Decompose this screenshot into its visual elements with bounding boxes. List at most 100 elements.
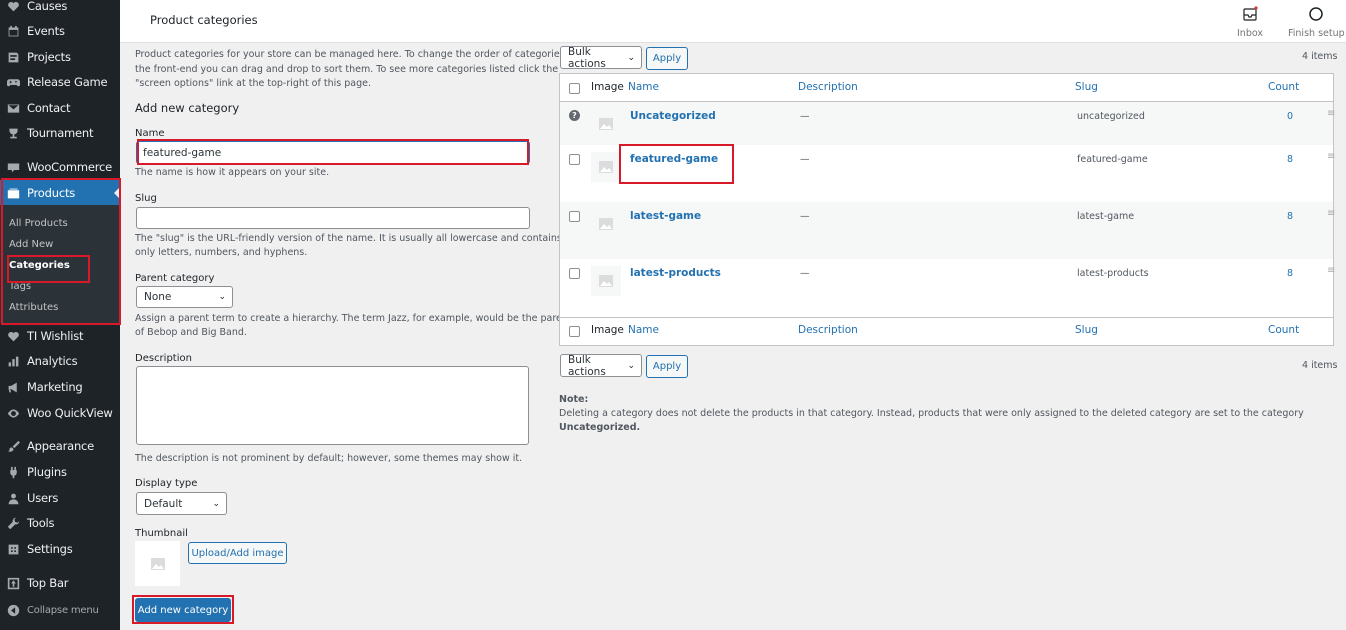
row-count-link[interactable]: 8 <box>1287 211 1293 222</box>
column-count[interactable]: Count <box>1268 81 1299 93</box>
submenu-attributes[interactable]: Attributes <box>9 302 58 313</box>
row-checkbox[interactable] <box>569 268 580 279</box>
finish-setup-button[interactable]: Finish setup <box>1288 6 1345 39</box>
apply-button-top[interactable]: Apply <box>646 47 688 70</box>
sidebar-item-users[interactable]: Users <box>0 486 120 510</box>
column-name[interactable]: Name <box>628 81 659 93</box>
column-description[interactable]: Description <box>798 81 858 93</box>
sidebar-item-release-game[interactable]: Release Game <box>0 70 120 94</box>
add-new-category-button[interactable]: Add new category <box>135 598 231 622</box>
submenu-add-new[interactable]: Add New <box>9 239 53 250</box>
chevron-down-icon: ⌄ <box>212 498 220 509</box>
sidebar-item-causes[interactable]: Causes <box>0 0 120 18</box>
sidebar-item-tournament[interactable]: Tournament <box>0 121 120 145</box>
sidebar-item-products[interactable]: Products <box>0 180 120 206</box>
name-label: Name <box>135 128 165 139</box>
name-help: The name is how it appears on your site. <box>135 167 330 178</box>
sidebar-item-woocommerce[interactable]: WooCommerce <box>0 155 120 179</box>
bar-chart-icon <box>6 354 20 368</box>
submenu-tags[interactable]: Tags <box>9 281 31 292</box>
select-all-checkbox[interactable] <box>569 83 580 94</box>
parent-help-1: Assign a parent term to create a hierarc… <box>135 313 572 324</box>
sidebar-item-marketing[interactable]: Marketing <box>0 375 120 399</box>
display-type-select[interactable]: Default ⌄ <box>136 492 227 515</box>
sidebar-item-tools[interactable]: Tools <box>0 511 120 535</box>
column-image-footer: Image <box>591 324 624 336</box>
sidebar-item-label: Users <box>27 491 59 505</box>
row-count-link[interactable]: 0 <box>1287 111 1293 122</box>
row-checkbox[interactable] <box>569 154 580 165</box>
drag-handle-icon[interactable]: ≡ <box>1327 108 1335 119</box>
sidebar-item-top-bar[interactable]: Top Bar <box>0 571 120 595</box>
row-thumbnail <box>591 152 621 182</box>
sidebar-item-ti-wishlist[interactable]: TI Wishlist <box>0 324 120 348</box>
upload-image-button[interactable]: Upload/Add image <box>188 542 287 564</box>
intro-line-1: Product categories for your store can be… <box>135 49 580 60</box>
sidebar-item-projects[interactable]: Projects <box>0 45 120 69</box>
note-body: Deleting a category does not delete the … <box>559 408 1304 419</box>
eye-icon <box>6 406 20 420</box>
column-name-footer[interactable]: Name <box>628 324 659 336</box>
sidebar-item-events[interactable]: Events <box>0 19 120 43</box>
drag-handle-icon[interactable]: ≡ <box>1327 208 1335 219</box>
description-label: Description <box>135 353 192 364</box>
bulk-actions-select-top[interactable]: Bulk actions ⌄ <box>560 46 642 70</box>
column-slug[interactable]: Slug <box>1075 81 1098 93</box>
slug-input[interactable] <box>136 207 530 229</box>
collapse-menu-button[interactable]: Collapse menu <box>0 598 120 622</box>
chevron-down-icon: ⌄ <box>627 360 635 371</box>
finish-setup-label: Finish setup <box>1288 28 1345 39</box>
column-slug-footer[interactable]: Slug <box>1075 324 1098 336</box>
sidebar-item-label: Release Game <box>27 75 108 89</box>
submenu-categories[interactable]: Categories <box>9 260 70 271</box>
inbox-button[interactable]: Inbox <box>1237 6 1263 39</box>
select-all-checkbox-footer[interactable] <box>569 326 580 337</box>
page-title: Product categories <box>150 13 258 27</box>
row-checkbox[interactable] <box>569 211 580 222</box>
row-name-link[interactable]: latest-products <box>630 267 721 279</box>
collapse-menu-label: Collapse menu <box>27 604 99 616</box>
sidebar-item-analytics[interactable]: Analytics <box>0 349 120 373</box>
display-type-label: Display type <box>135 478 198 489</box>
bulk-actions-select-bottom[interactable]: Bulk actions ⌄ <box>560 354 642 378</box>
row-count-link[interactable]: 8 <box>1287 268 1293 279</box>
column-count-footer[interactable]: Count <box>1268 324 1299 336</box>
sidebar-item-woo-quickview[interactable]: Woo QuickView <box>0 401 120 425</box>
apply-button-bottom[interactable]: Apply <box>646 355 688 378</box>
row-thumbnail <box>591 266 621 296</box>
slug-help-2: only letters, numbers, and hyphens. <box>135 247 308 258</box>
row-name-link[interactable]: featured-game <box>630 153 718 165</box>
products-submenu: All Products Add New Categories Tags Att… <box>0 205 120 323</box>
sidebar-item-label: Projects <box>27 50 71 64</box>
row-count-link[interactable]: 8 <box>1287 154 1293 165</box>
column-image: Image <box>591 81 624 93</box>
sidebar-item-label: Products <box>27 186 76 200</box>
drag-handle-icon[interactable]: ≡ <box>1327 265 1335 276</box>
note-text: Deleting a category does not delete the … <box>559 407 1346 435</box>
drag-handle-icon[interactable]: ≡ <box>1327 151 1335 162</box>
intro-line-3: "screen options" link at the top-right o… <box>135 78 371 89</box>
submenu-all-products[interactable]: All Products <box>9 218 68 229</box>
sidebar-item-label: Appearance <box>27 439 95 453</box>
column-description-footer[interactable]: Description <box>798 324 858 336</box>
sidebar-item-label: TI Wishlist <box>27 329 84 343</box>
tournament-icon <box>6 126 20 140</box>
items-count-bottom: 4 items <box>1302 360 1338 371</box>
chevron-down-icon: ⌄ <box>218 292 226 302</box>
sidebar-item-contact[interactable]: Contact <box>0 96 120 120</box>
row-name-link[interactable]: latest-game <box>630 210 701 222</box>
description-textarea[interactable] <box>136 366 529 445</box>
image-placeholder-icon <box>150 557 165 570</box>
help-icon[interactable]: ? <box>569 110 580 121</box>
table-row: latest-game — latest-game 8 ≡ <box>560 202 1335 259</box>
sidebar-item-appearance[interactable]: Appearance <box>0 434 120 458</box>
finish-setup-icon <box>1309 7 1324 21</box>
sidebar-item-plugins[interactable]: Plugins <box>0 460 120 484</box>
table-row: featured-game — featured-game 8 ≡ <box>560 145 1335 202</box>
parent-category-select[interactable]: None ⌄ <box>136 286 233 308</box>
name-input[interactable]: featured-game <box>136 141 530 164</box>
row-name-link[interactable]: Uncategorized <box>630 110 716 122</box>
chevron-down-icon: ⌄ <box>627 52 635 63</box>
sidebar-item-label: Plugins <box>27 465 67 479</box>
sidebar-item-settings[interactable]: Settings <box>0 537 120 561</box>
